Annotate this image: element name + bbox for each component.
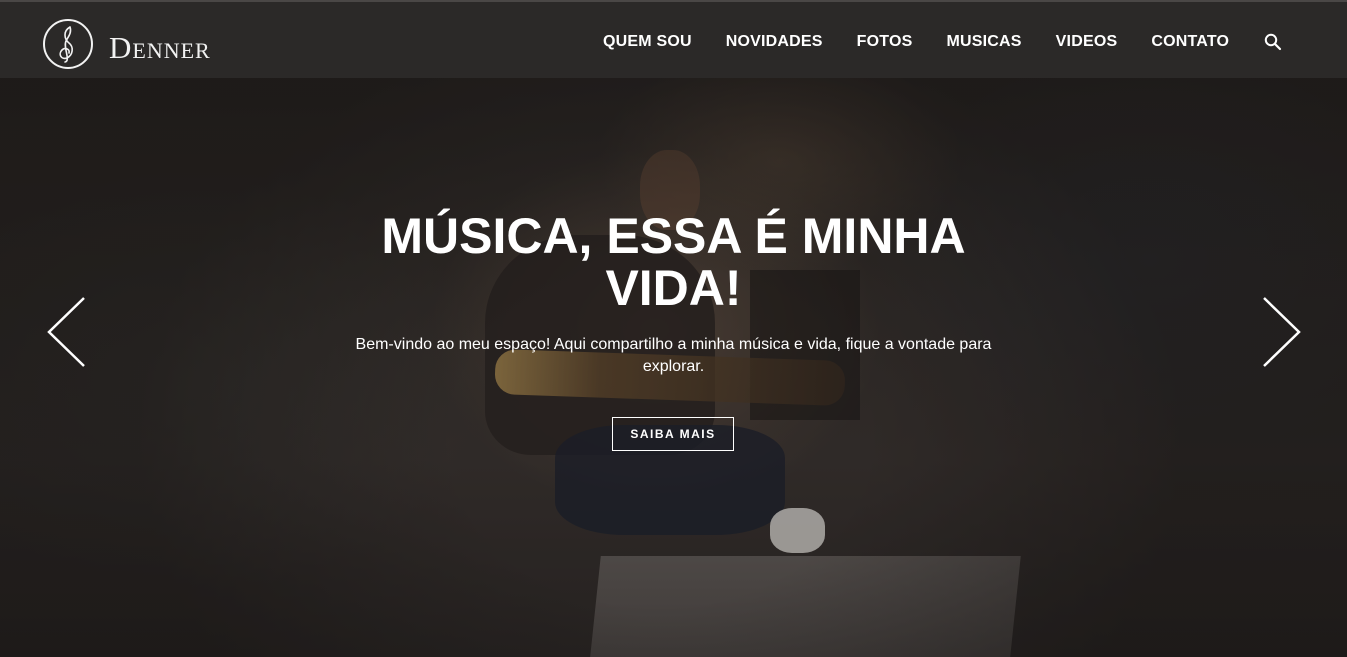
saiba-mais-button[interactable]: SAIBA MAIS <box>612 417 734 451</box>
hero-headline: MÚSICA, ESSA É MINHA VIDA! <box>381 208 966 316</box>
hero-slider: MÚSICA, ESSA É MINHA VIDA! Bem-vindo ao … <box>0 0 1347 657</box>
chevron-left-icon[interactable] <box>46 296 88 368</box>
chevron-right-icon[interactable] <box>1260 296 1302 368</box>
hero-subtext: Bem-vindo ao meu espaço! Aqui compartilh… <box>355 336 992 375</box>
